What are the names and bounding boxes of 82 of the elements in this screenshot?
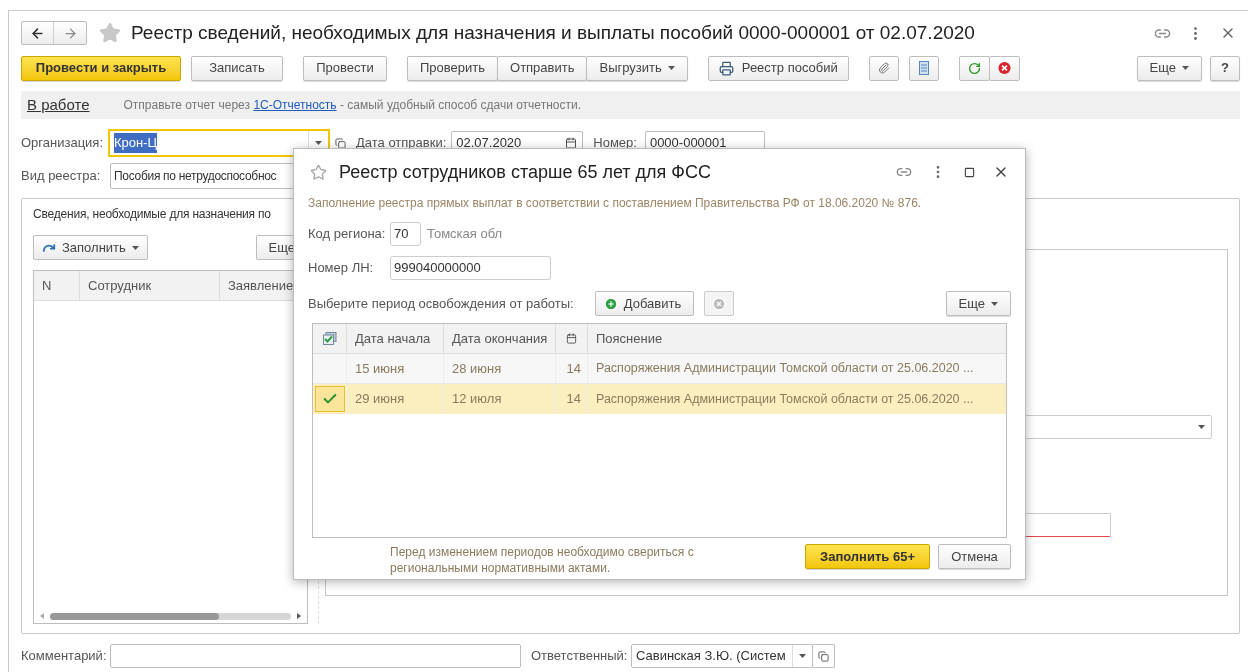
refresh-icon — [967, 60, 981, 76]
sick-leave-number-field[interactable]: 999040000000 — [390, 256, 551, 280]
caret-icon — [667, 66, 675, 70]
post-and-close-button[interactable]: Провести и закрыть — [21, 55, 181, 81]
field-label: Организация: — [21, 134, 105, 153]
list-icon — [918, 61, 929, 75]
organization-field[interactable]: Крон-Ц — [108, 129, 330, 157]
caret-icon — [991, 301, 998, 306]
star-icon[interactable] — [310, 163, 327, 181]
column-header[interactable]: Дата окончания — [444, 324, 556, 353]
region-name: Томская обл — [427, 225, 503, 244]
status-link[interactable]: В работе — [27, 93, 90, 117]
comment-field[interactable] — [110, 644, 521, 668]
cross-circle-icon — [711, 296, 726, 311]
more-menu-button[interactable]: Еще — [1136, 55, 1202, 81]
caret-icon — [1198, 425, 1205, 429]
cancel-post-button[interactable] — [988, 55, 1020, 81]
check-all-icon[interactable] — [322, 332, 337, 345]
open-icon — [818, 650, 829, 662]
table-row[interactable]: 29 июня 12 июля 14 Распоряжения Администрации Томской области от 25.06.2020 ... — [313, 384, 1006, 414]
fill-65-button[interactable]: Заполнить 65+ — [805, 544, 930, 569]
panel-title: Сведения, необходимые для назначения по — [33, 206, 271, 223]
refresh-button[interactable] — [958, 55, 990, 81]
column-header[interactable]: N — [34, 271, 80, 300]
period-label: Выберите период освобождения от работы: — [308, 294, 574, 313]
field-label: Номер ЛН: — [308, 259, 375, 278]
table-cell-text: Распоряжения Администрации Томской области от 25.06.2020 ... — [595, 390, 975, 408]
column-header[interactable]: Пояснение — [588, 324, 1006, 353]
region-code-field[interactable]: 70 — [390, 222, 421, 246]
attach-button[interactable] — [868, 55, 899, 81]
table-cell: 14 — [556, 384, 588, 414]
print-registry-button[interactable]: Реестр пособий — [707, 55, 849, 81]
caret-icon — [315, 141, 322, 145]
star-icon[interactable] — [99, 22, 121, 44]
table-cell-text: Распоряжения Администрации Томской области от 25.06.2020 ... — [595, 360, 975, 378]
field-label: Код региона: — [308, 225, 387, 244]
table-cell: 29 июня — [347, 384, 444, 414]
toolbar-button[interactable]: Записать — [191, 55, 283, 81]
field-label: Ответственный: — [531, 647, 629, 666]
maximize-icon[interactable] — [964, 166, 975, 178]
caret-icon — [799, 654, 806, 658]
scroll-left-icon — [40, 613, 44, 619]
add-button[interactable]: Добавить — [594, 291, 694, 316]
responsible-field[interactable]: Савинская З.Ю. (Систем — [631, 644, 813, 668]
calendar-icon — [565, 137, 578, 149]
checkbox-cell[interactable] — [313, 384, 347, 414]
caret-icon — [1182, 66, 1189, 70]
toolbar-button[interactable]: Отправить — [497, 55, 588, 81]
table-cell: 12 июля — [444, 384, 556, 414]
field-label: Номер: — [593, 134, 637, 153]
cancel-button[interactable]: Отмена — [938, 544, 1011, 569]
window-title: Реестр сведений, необходимых для назначения и выплаты пособий 0000-000001 от 02.07.2020 — [131, 20, 975, 45]
list-button[interactable] — [908, 55, 939, 81]
fill-button[interactable]: Заполнить — [33, 235, 148, 260]
table-cell: 14 — [556, 354, 588, 383]
toolbar-button[interactable]: Проверить — [407, 55, 498, 81]
scroll-right-icon — [297, 613, 301, 619]
paperclip-icon — [877, 61, 890, 75]
table-cell: 28 июня — [444, 354, 556, 383]
help-button[interactable]: ? — [1210, 55, 1240, 81]
caret-icon — [131, 245, 139, 250]
toolbar-button[interactable]: Провести — [303, 55, 387, 81]
delete-button[interactable] — [703, 291, 734, 316]
table-row[interactable]: 15 июня 28 июня 14 Распоряжения Администрации Томской области от 25.06.2020 ... — [313, 354, 1006, 384]
toolbar-button[interactable]: Выгрузить — [586, 55, 688, 81]
info-message: Отправьте отчет через 1С-Отчетность - самый удобный способ сдачи отчетности. — [123, 97, 581, 114]
field-label: Комментарий: — [21, 647, 108, 666]
open-button[interactable] — [813, 644, 835, 668]
dialog-note: Заполнение реестра прямых выплат в соответствии с поставлением Правительства РФ от 18.06.2020 № 876. — [308, 195, 923, 212]
table-cell: 15 июня — [347, 354, 444, 383]
scrollbar[interactable] — [50, 612, 291, 620]
open-icon[interactable] — [335, 137, 346, 149]
column-header[interactable]: Сотрудник — [80, 271, 220, 300]
field-label: Вид реестра: — [21, 167, 102, 186]
reporting-link[interactable]: 1С-Отчетность — [253, 98, 337, 112]
more-menu-button[interactable]: Еще — [945, 291, 1011, 316]
printer-icon — [718, 60, 734, 76]
calendar-icon[interactable] — [566, 333, 577, 344]
cross-circle-icon — [997, 60, 1011, 76]
column-header[interactable]: Дата начала — [347, 324, 444, 353]
hint-text: Перед изменением периодов необходимо свериться с региональными нормативными актами. — [390, 544, 695, 576]
plus-circle-icon — [603, 296, 618, 311]
